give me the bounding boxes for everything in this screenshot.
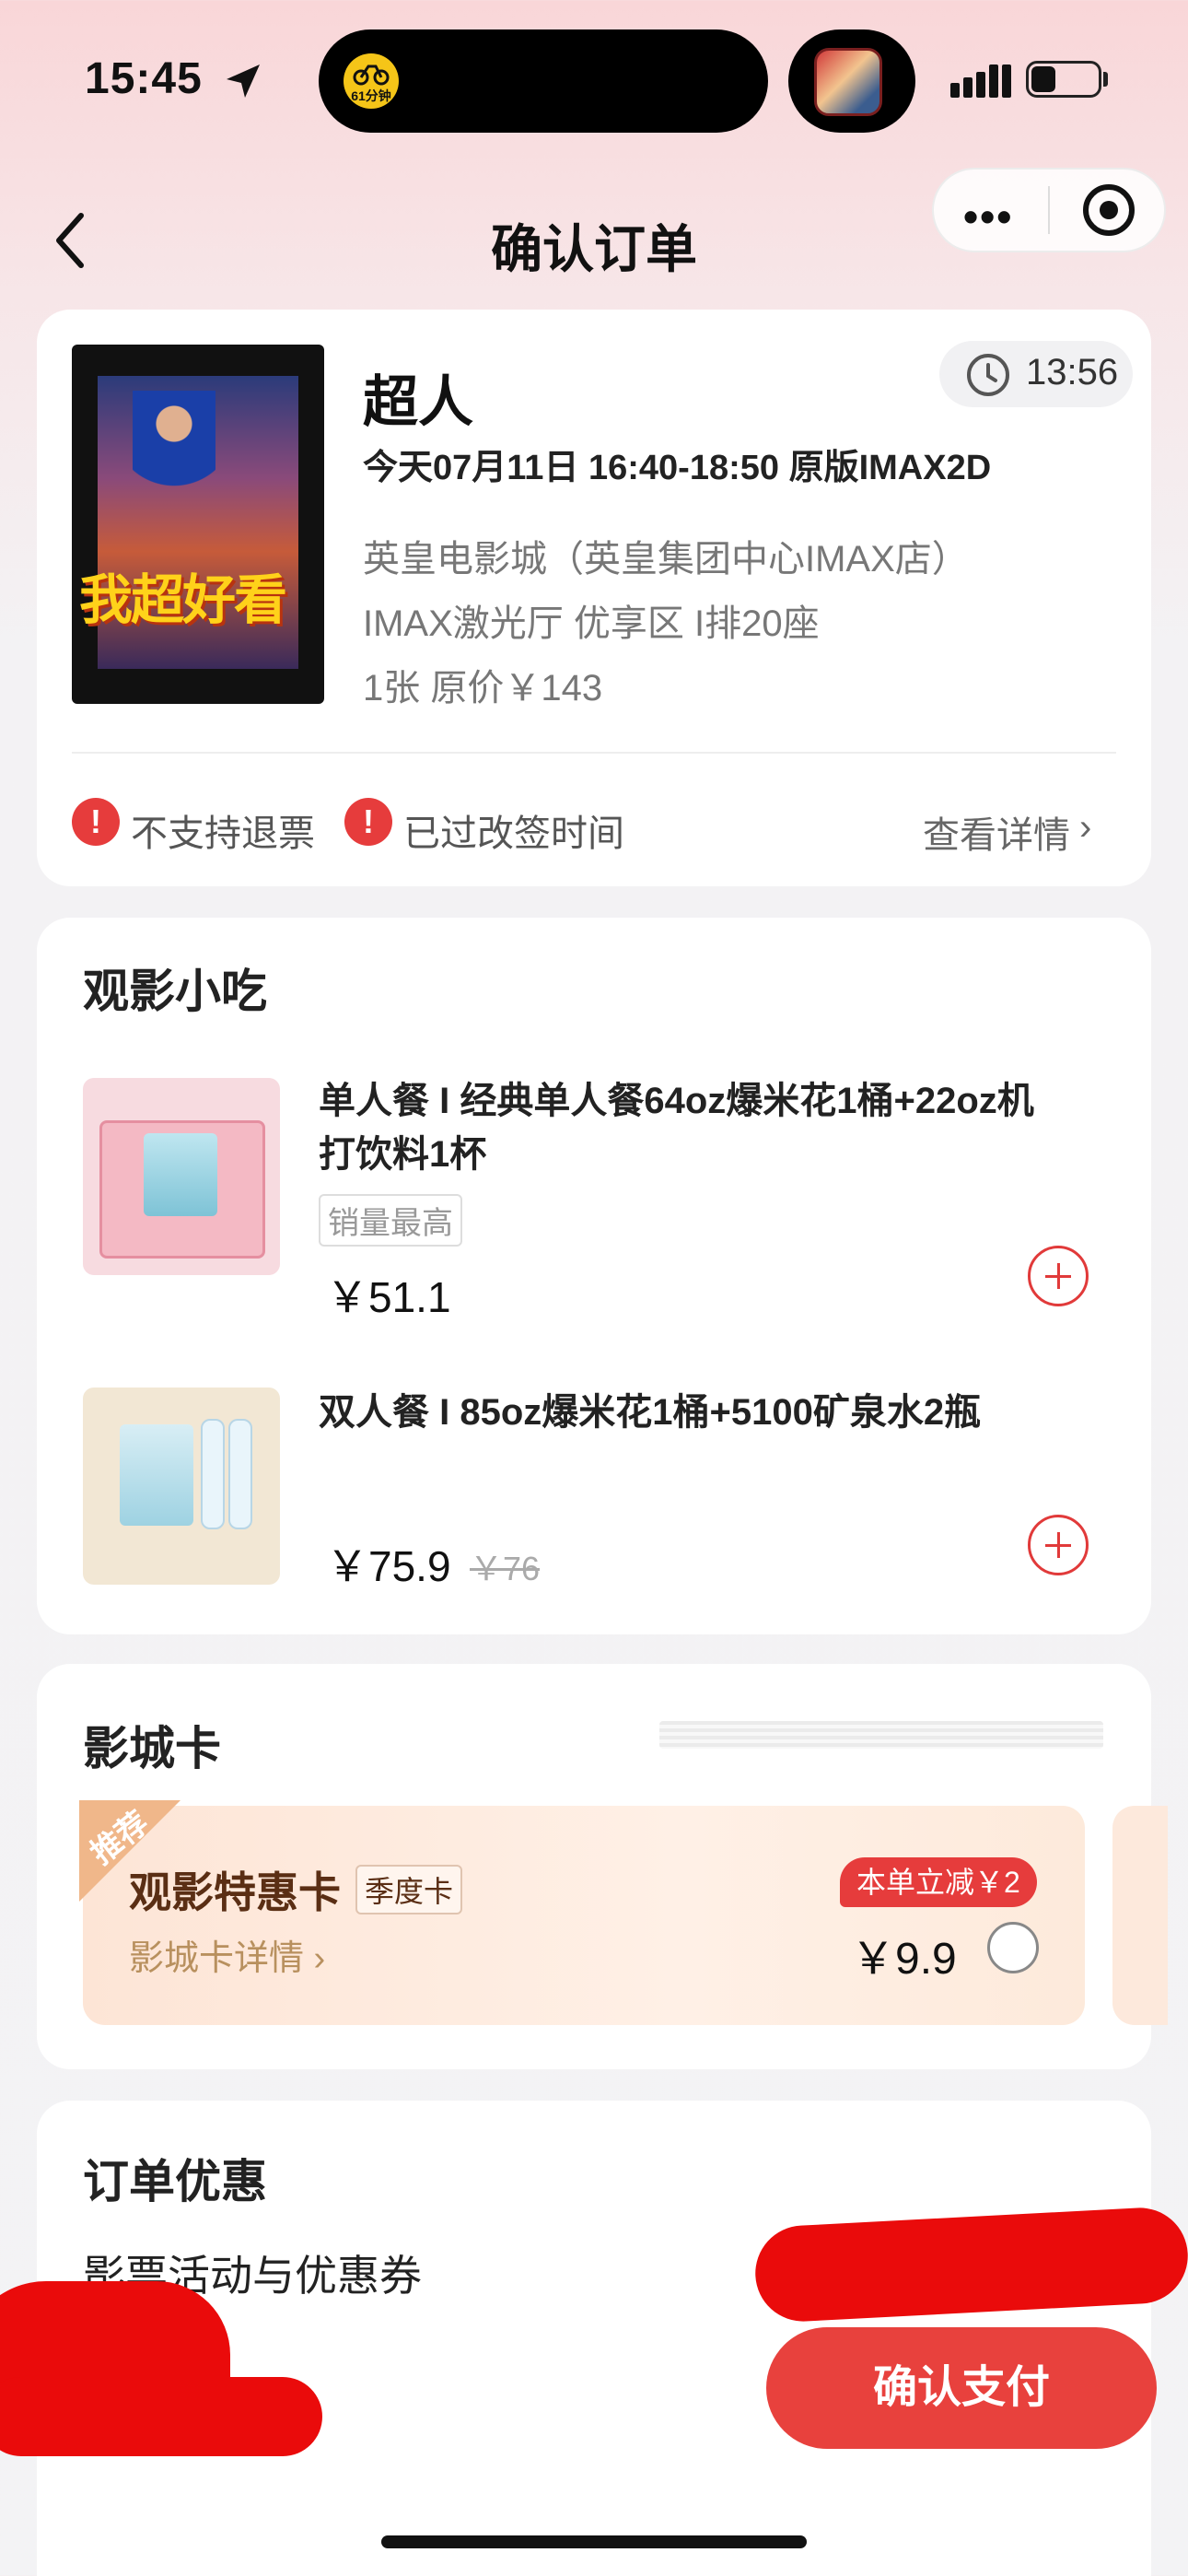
movie-poster: 我超好看: [72, 345, 324, 704]
period-tag: 季度卡: [355, 1865, 463, 1914]
bike-activity-icon: 61分钟: [343, 52, 400, 111]
view-details-link[interactable]: 查看详情: [923, 805, 1070, 859]
snack-image-single[interactable]: [83, 1078, 280, 1275]
more-menu-icon[interactable]: •••: [963, 192, 1013, 241]
cinema-card-title: 影城卡: [83, 1723, 221, 1774]
no-refund-notice: 不支持退票: [131, 814, 315, 854]
bike-activity-label: 61分钟: [351, 88, 391, 103]
snack-name[interactable]: 双人餐 I 85oz爆米花1桶+5100矿泉水2瓶: [319, 1386, 1055, 1439]
battery-tip: [1103, 72, 1108, 87]
card-details-link[interactable]: 影城卡详情 ›: [129, 1929, 325, 1980]
snack-name[interactable]: 单人餐 I 经典单人餐64oz爆米花1桶+22oz机打饮料1杯: [319, 1074, 1055, 1181]
countdown-time: 13:56: [1026, 352, 1119, 392]
card-price: ￥9.9: [851, 1935, 957, 1984]
snack-price: ￥51.1: [326, 1273, 451, 1321]
card-name: 观影特惠卡: [129, 1868, 341, 1916]
location-arrow-icon: [227, 64, 260, 98]
clock-icon: [967, 354, 1009, 396]
close-miniprogram-icon[interactable]: [1083, 184, 1135, 236]
snack-image-double[interactable]: [83, 1388, 280, 1585]
cinema-name: 英皇电影城（英皇集团中心IMAX店）: [363, 539, 969, 580]
add-snack-button[interactable]: [1028, 1515, 1089, 1575]
add-snack-button[interactable]: [1028, 1246, 1089, 1306]
ticket-price-line: 1张 原价￥143: [363, 668, 603, 708]
snack-price: ￥75.9: [326, 1542, 451, 1590]
signal-icon: [950, 64, 1011, 98]
hall-seat: IMAX激光厅 优享区 I排20座: [363, 603, 820, 644]
best-seller-tag: 销量最高: [319, 1194, 462, 1247]
battery-level: [1031, 66, 1055, 92]
status-time: 15:45: [85, 54, 203, 103]
capsule-divider: [1048, 186, 1050, 234]
chevron-right-icon[interactable]: ›: [1079, 807, 1091, 849]
poster-slogan: 我超好看: [79, 570, 287, 630]
avatar: [814, 48, 882, 116]
warning-icon: !: [344, 798, 392, 846]
snack-original-price: ￥76: [470, 1550, 541, 1587]
reschedule-notice: 已过改签时间: [403, 814, 624, 854]
movie-title: 超人: [363, 371, 473, 433]
divider: [72, 752, 1116, 754]
warning-icon: !: [72, 798, 120, 846]
home-indicator: [381, 2535, 807, 2548]
showtime: 今天07月11日 16:40-18:50 原版IMAX2D: [363, 449, 992, 487]
next-offer-peek[interactable]: [1112, 1806, 1168, 2025]
confirm-pay-button[interactable]: 确认支付: [766, 2327, 1157, 2449]
card-select-radio[interactable]: [987, 1922, 1039, 1973]
discount-badge: 本单立减￥2: [840, 1857, 1037, 1907]
order-discount-title: 订单优惠: [83, 2156, 267, 2207]
redaction-mark: [0, 2377, 322, 2456]
snacks-section-title: 观影小吃: [83, 966, 267, 1017]
blurred-text: [659, 1721, 1103, 1749]
